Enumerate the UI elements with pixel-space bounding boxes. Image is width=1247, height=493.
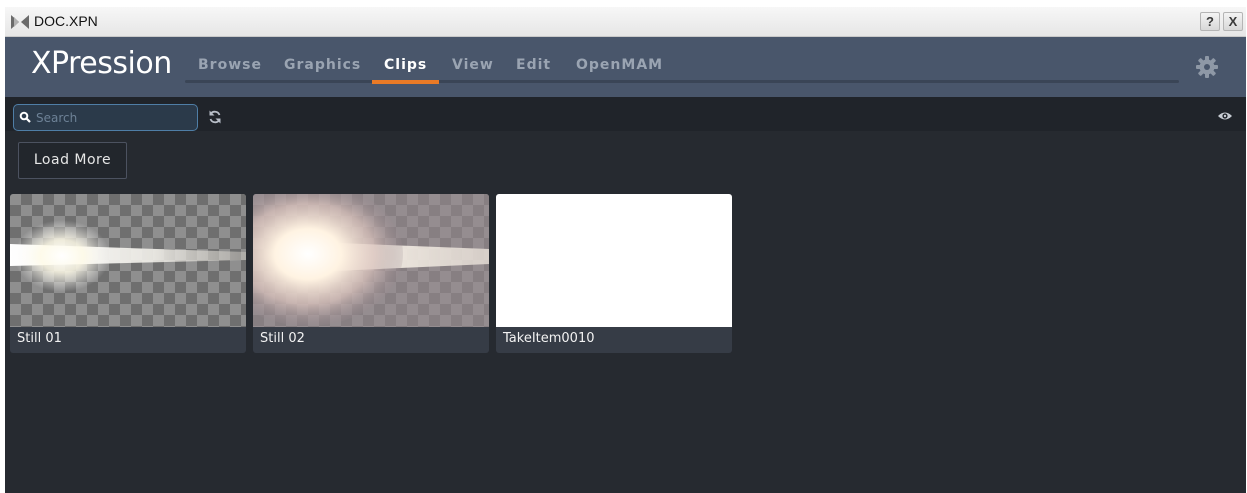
window-title-bar: DOC.XPN ? X	[5, 7, 1246, 37]
nav-track	[185, 80, 1179, 83]
top-navigation: XPression Browse Graphics Clips View Edi…	[5, 37, 1246, 97]
tab-openmam[interactable]: OpenMAM	[576, 57, 663, 73]
clip-tile-takeitem0010[interactable]: TakeItem0010	[496, 194, 732, 353]
search-icon	[19, 111, 31, 123]
search-input[interactable]	[36, 108, 191, 127]
tab-edit[interactable]: Edit	[516, 57, 551, 73]
clip-thumbnail	[496, 194, 732, 327]
help-button[interactable]: ?	[1200, 12, 1220, 31]
window-title: DOC.XPN	[34, 13, 98, 29]
tab-graphics[interactable]: Graphics	[284, 57, 361, 73]
tab-clips[interactable]: Clips	[384, 57, 427, 73]
clip-tile-still-02[interactable]: Still 02	[253, 194, 489, 353]
load-more-button[interactable]: Load More	[18, 142, 127, 179]
clip-name: TakeItem0010	[503, 331, 595, 346]
clip-thumbnail	[253, 194, 489, 327]
clip-thumbnail	[10, 194, 246, 327]
gear-icon[interactable]	[1195, 55, 1219, 79]
app-logo-icon	[11, 15, 29, 29]
brand-logo: XPression	[31, 46, 172, 81]
clip-tile-still-01[interactable]: Still 01	[10, 194, 246, 353]
clip-name: Still 02	[260, 331, 305, 346]
app-frame: XPression Browse Graphics Clips View Edi…	[5, 37, 1246, 493]
eye-icon[interactable]	[1217, 110, 1233, 122]
close-button[interactable]: X	[1223, 12, 1243, 31]
tab-browse[interactable]: Browse	[198, 57, 262, 73]
clip-name: Still 01	[17, 331, 62, 346]
refresh-icon[interactable]	[208, 110, 222, 124]
search-box	[13, 104, 198, 131]
clips-toolbar	[5, 97, 1246, 131]
tab-view[interactable]: View	[452, 57, 494, 73]
active-tab-indicator	[372, 80, 439, 84]
